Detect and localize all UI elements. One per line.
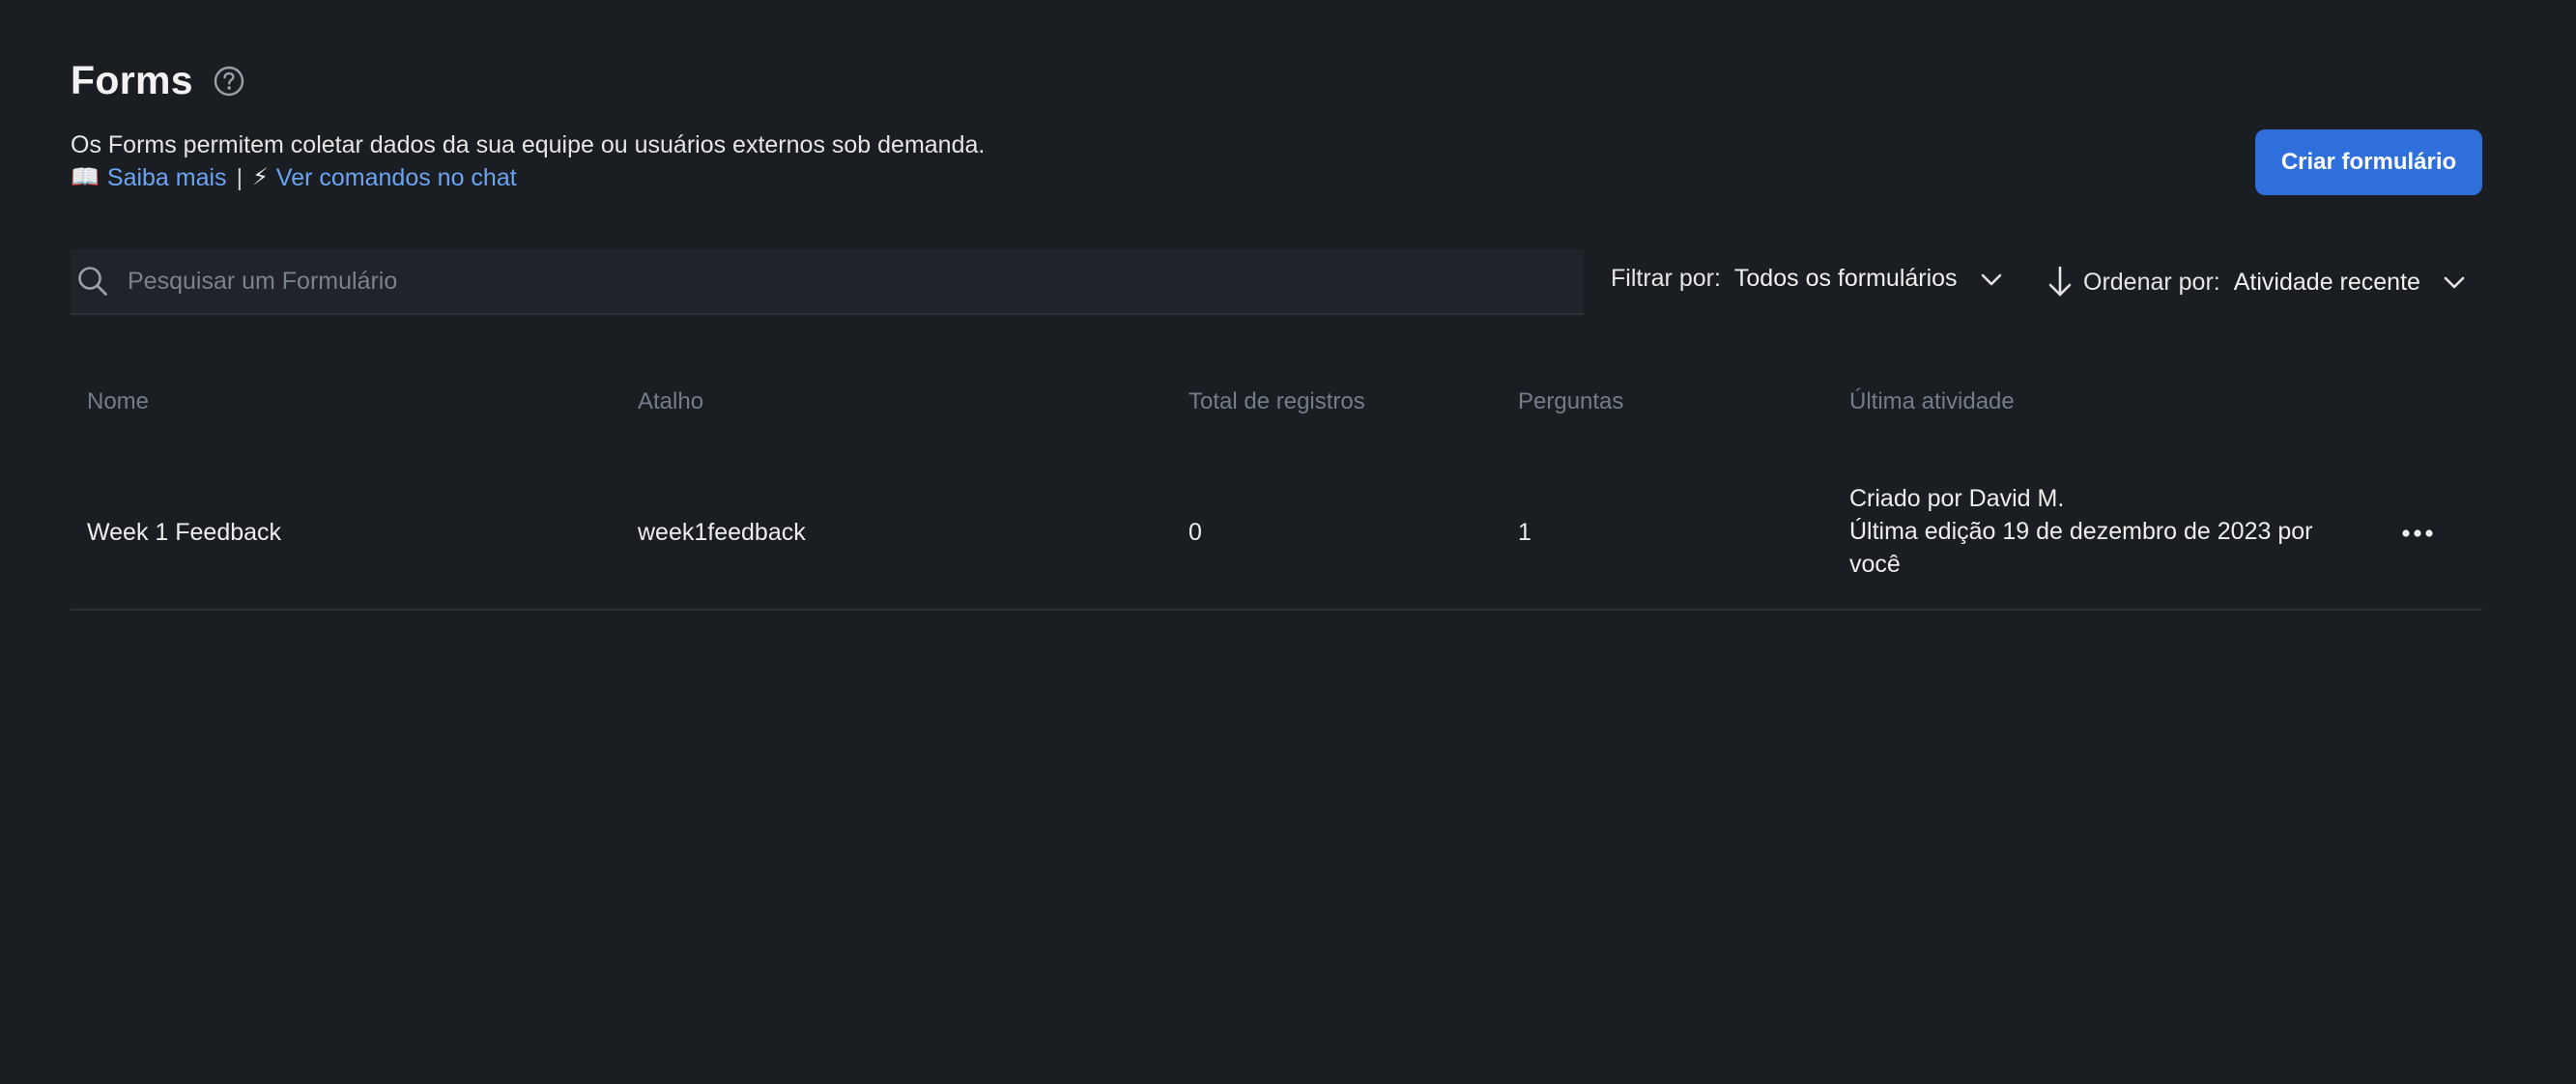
page-description: Os Forms permitem coletar dados da sua e…	[71, 131, 986, 158]
book-icon: 📖	[71, 164, 100, 190]
form-shortcut: week1feedback	[638, 519, 806, 546]
search-bar	[71, 249, 1584, 315]
activity-edited: Última edição 19 de dezembro de 2023 por…	[1849, 518, 2313, 578]
help-links: 📖 Saiba mais | ⚡ Ver comandos no chat	[71, 161, 517, 194]
more-options-button[interactable]	[2402, 518, 2433, 549]
sort-value: Atividade recente	[2233, 268, 2420, 296]
sort-label: Ordenar por:	[2083, 268, 2220, 296]
search-input[interactable]	[126, 266, 1584, 297]
chevron-down-icon	[2442, 270, 2467, 295]
title-row: Forms	[71, 58, 245, 103]
link-separator: |	[236, 164, 243, 191]
form-total-records: 0	[1188, 519, 1202, 546]
chat-commands-link[interactable]: Ver comandos no chat	[276, 161, 517, 194]
help-icon[interactable]	[213, 65, 245, 98]
column-header-total-records[interactable]: Total de registros	[1188, 388, 1365, 415]
column-header-last-activity[interactable]: Última atividade	[1849, 388, 2015, 415]
page-title: Forms	[71, 58, 193, 102]
column-header-name[interactable]: Nome	[87, 388, 149, 415]
arrow-down-icon	[2046, 265, 2074, 300]
sort-dropdown[interactable]: Ordenar por: Atividade recente	[2046, 265, 2467, 300]
activity-created: Criado por David M.	[1849, 485, 2065, 512]
filter-dropdown[interactable]: Filtrar por: Todos os formulários	[1611, 265, 2004, 293]
learn-more-link[interactable]: Saiba mais	[107, 161, 227, 194]
ellipsis-icon	[2402, 529, 2433, 537]
form-last-activity: Criado por David M. Última edição 19 de …	[1849, 482, 2352, 581]
filter-label: Filtrar por:	[1611, 265, 1721, 292]
row-divider	[71, 609, 2482, 611]
chevron-down-icon	[1979, 267, 2004, 292]
column-header-questions[interactable]: Perguntas	[1518, 388, 1623, 415]
filter-value: Todos os formulários	[1733, 265, 1958, 292]
lightning-icon: ⚡	[252, 164, 269, 190]
form-questions: 1	[1518, 519, 1531, 546]
search-icon	[75, 264, 110, 299]
forms-page: Forms Os Forms permitem coletar dados da…	[0, 0, 2576, 1084]
form-name[interactable]: Week 1 Feedback	[87, 516, 281, 549]
create-form-button[interactable]: Criar formulário	[2255, 129, 2482, 195]
column-header-shortcut[interactable]: Atalho	[638, 388, 703, 415]
